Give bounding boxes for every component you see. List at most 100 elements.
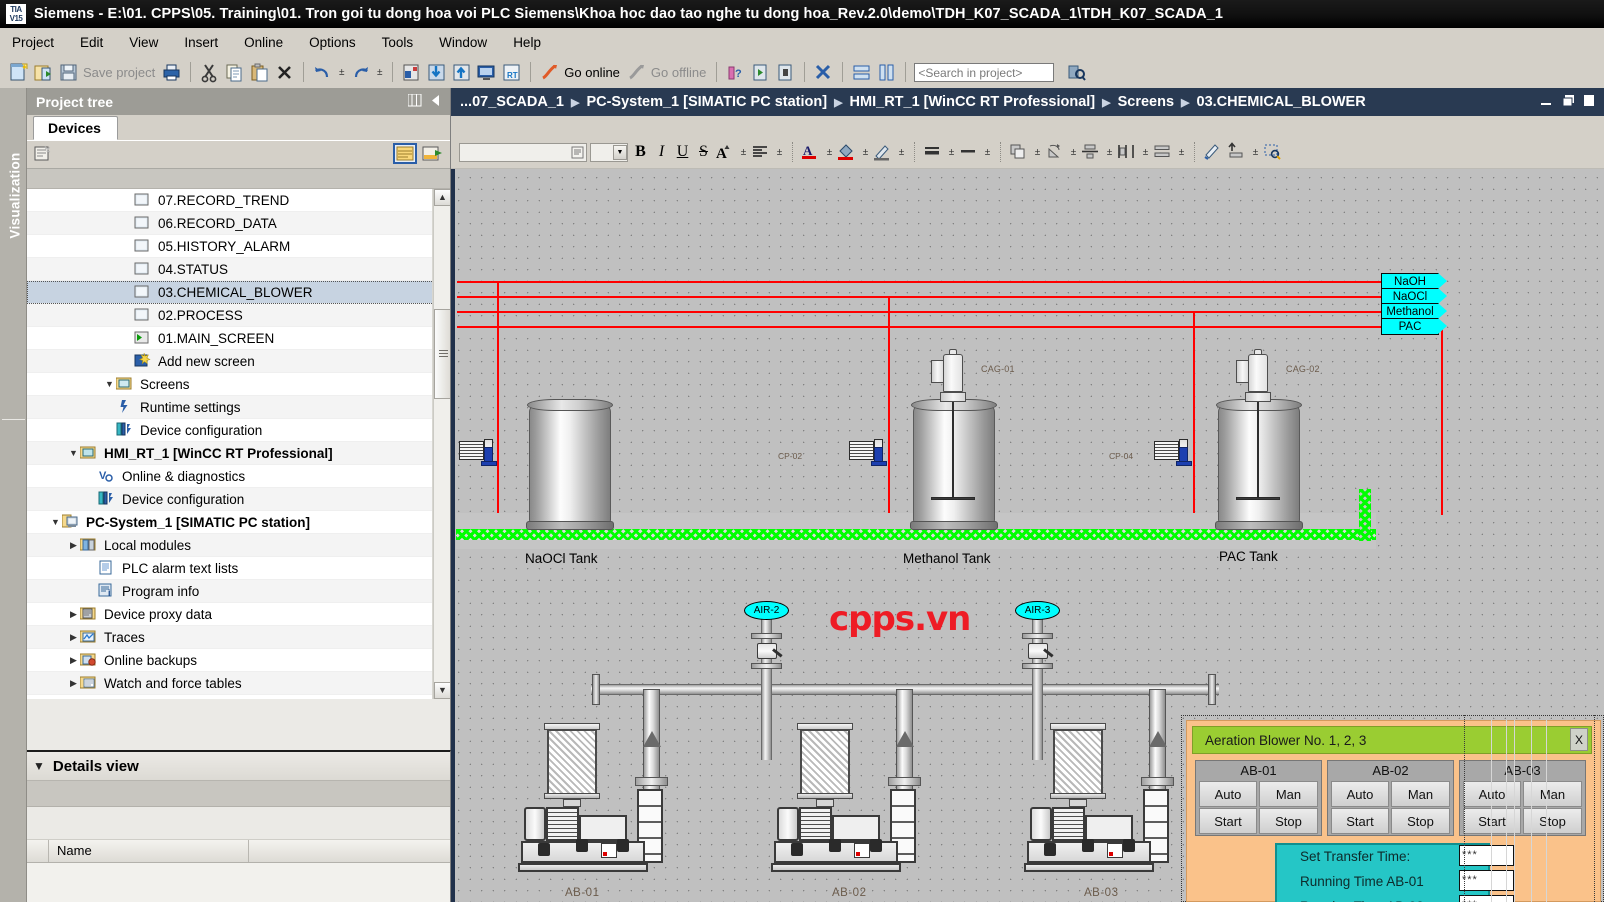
tree-item-07-record-trend[interactable]: 07.RECORD_TREND — [27, 189, 450, 212]
new-device-view-icon[interactable] — [33, 144, 52, 166]
text-align-icon[interactable] — [751, 142, 772, 163]
font-size-dropdown-icon[interactable]: ± — [739, 147, 748, 158]
strikethrough-button[interactable]: S — [695, 143, 712, 161]
button-ab-03-auto[interactable]: Auto — [1463, 781, 1521, 807]
italic-button[interactable]: I — [653, 143, 670, 161]
fill-color-icon[interactable] — [837, 142, 858, 163]
chevron-down-icon[interactable]: ▼ — [33, 759, 45, 773]
aeration-blower-popup[interactable]: Aeration Blower No. 1, 2, 3 X AB-01 Auto… — [1186, 720, 1601, 902]
valve-pac-inlet[interactable] — [1189, 509, 1208, 522]
butterfly-valve-air-2[interactable] — [754, 639, 783, 663]
format-painter-icon[interactable] — [1203, 142, 1224, 163]
upload-from-device-icon[interactable] — [451, 62, 472, 83]
button-ab-02-start[interactable]: Start — [1331, 808, 1389, 834]
start-cpu-icon[interactable] — [750, 62, 771, 83]
tree-item-device-configuration[interactable]: Device configuration — [27, 419, 450, 442]
distribute-horizontal-dropdown-icon[interactable]: ± — [1141, 147, 1150, 158]
blower-ab-02[interactable] — [771, 689, 924, 879]
valve-naocl-inlet[interactable] — [501, 509, 520, 522]
valve-methanol-inlet[interactable] — [884, 509, 903, 522]
undo-icon[interactable] — [312, 62, 333, 83]
fill-color-dropdown-icon[interactable]: ± — [861, 147, 870, 158]
align-icon[interactable] — [1081, 142, 1102, 163]
line-style-dropdown-icon[interactable]: ± — [983, 147, 992, 158]
underline-button[interactable]: U — [673, 143, 692, 161]
tree-item-online-diagnostics[interactable]: V Online & diagnostics — [27, 465, 450, 488]
split-horizontal-icon[interactable] — [851, 62, 872, 83]
distribute-horizontal-icon[interactable] — [1117, 142, 1138, 163]
expand-arrow-down-icon[interactable]: ▼ — [49, 517, 62, 527]
pump-cp-01[interactable] — [459, 439, 499, 467]
breadcrumb-part-project[interactable]: ...07_SCADA_1 — [460, 94, 564, 110]
font-name-combo[interactable] — [459, 142, 587, 162]
zoom-selection-icon[interactable] — [1263, 142, 1284, 163]
tree-item-online-backups[interactable]: ▶ Online backups — [27, 649, 450, 672]
text-align-dropdown-icon[interactable]: ± — [775, 147, 784, 158]
pump-cp-02[interactable] — [849, 439, 889, 467]
tree-item-02-process[interactable]: 02.PROCESS — [27, 304, 450, 327]
button-ab-01-auto[interactable]: Auto — [1199, 781, 1257, 807]
pin-window-icon[interactable] — [407, 93, 422, 110]
expand-arrow-right-icon[interactable]: ▶ — [67, 655, 80, 666]
valve-naocl-top[interactable] — [492, 416, 505, 435]
redo-dropdown-icon[interactable]: ± — [375, 67, 384, 78]
go-offline-icon[interactable] — [626, 62, 647, 83]
tree-item-traces[interactable]: ▶ Traces — [27, 626, 450, 649]
open-project-icon[interactable] — [33, 62, 54, 83]
menu-item-tools[interactable]: Tools — [380, 33, 416, 52]
font-color-dropdown-icon[interactable]: ± — [825, 147, 834, 158]
scroll-thumb[interactable] — [434, 309, 450, 399]
menu-item-edit[interactable]: Edit — [78, 33, 105, 52]
distribute-vertical-dropdown-icon[interactable]: ± — [1177, 147, 1186, 158]
menu-item-window[interactable]: Window — [437, 33, 489, 52]
start-runtime-icon[interactable]: RT — [501, 62, 522, 83]
minimize-icon[interactable] — [1540, 94, 1553, 110]
hmi-screen-canvas[interactable]: NaOH NaOCl Methanol PAC NaOCl Tank CAG-0… — [451, 169, 1604, 902]
valve-pac-outlet[interactable] — [1287, 509, 1306, 522]
tree-item-hmi-rt-1-wincc-rt-professional[interactable]: ▼ HMI_RT_1 [WinCC RT Professional] — [27, 442, 450, 465]
tab-devices[interactable]: Devices — [33, 116, 118, 140]
project-tree-list[interactable]: 07.RECORD_TREND 06.RECORD_DATA 05.HISTORY_… — [27, 189, 450, 699]
valve-methanol-top[interactable] — [882, 416, 895, 435]
tank-pac[interactable] — [1215, 399, 1303, 530]
delete-icon[interactable] — [274, 62, 295, 83]
copy-icon[interactable] — [224, 62, 245, 83]
tank-methanol[interactable] — [910, 399, 998, 530]
menu-item-help[interactable]: Help — [511, 33, 543, 52]
button-ab-01-man[interactable]: Man — [1259, 781, 1318, 807]
tree-item-local-modules[interactable]: ▶ Local modules — [27, 534, 450, 557]
restore-icon[interactable] — [1562, 94, 1575, 110]
bring-forward-icon[interactable] — [1227, 141, 1248, 163]
popup-close-button[interactable]: X — [1570, 728, 1588, 751]
diagnostics-icon[interactable]: ? — [725, 62, 746, 83]
tree-item-runtime-settings[interactable]: Runtime settings — [27, 396, 450, 419]
tree-item-watch-and-force-tables[interactable]: ▶ Watch and force tables — [27, 672, 450, 695]
button-ab-03-start[interactable]: Start — [1463, 808, 1521, 834]
pump-cp-03[interactable] — [1154, 439, 1194, 467]
font-size-icon[interactable]: A — [715, 142, 736, 163]
start-simulation-icon[interactable] — [476, 62, 497, 83]
tree-item-program-info[interactable]: i Program info — [27, 580, 450, 603]
download-to-device-icon[interactable] — [426, 62, 447, 83]
bring-forward-dropdown-icon[interactable]: ± — [1251, 147, 1260, 158]
tree-item-pc-system-1-simatic-pc-station[interactable]: ▼ PC-System_1 [SIMATIC PC station] — [27, 511, 450, 534]
go-online-icon[interactable] — [539, 62, 560, 83]
dock-tab-visualization[interactable]: Visualization — [8, 141, 23, 251]
rotate-dropdown-icon[interactable]: ± — [1069, 147, 1078, 158]
details-col-name[interactable]: Name — [49, 840, 249, 862]
font-color-icon[interactable]: A — [801, 142, 822, 163]
breadcrumb-part-screens[interactable]: Screens — [1118, 94, 1174, 110]
tree-item-device-proxy-data[interactable]: ▶ Device proxy data — [27, 603, 450, 626]
expand-arrow-right-icon[interactable]: ▶ — [67, 540, 80, 551]
portal-view-toggle-icon[interactable] — [393, 142, 417, 167]
valve-naocl-outlet[interactable] — [598, 509, 617, 522]
undo-dropdown-icon[interactable]: ± — [337, 67, 346, 78]
chem-tag-pac[interactable]: PAC — [1381, 318, 1447, 335]
chevron-down-icon[interactable]: ▼ — [613, 144, 627, 160]
scroll-up-icon[interactable]: ▲ — [434, 189, 450, 206]
save-icon[interactable] — [58, 62, 79, 83]
breadcrumb-part-current-screen[interactable]: 03.CHEMICAL_BLOWER — [1197, 94, 1366, 110]
line-weight-icon[interactable] — [923, 142, 944, 163]
details-view-header[interactable]: ▼ Details view — [27, 752, 450, 781]
tree-item-03-chemical-blower[interactable]: 03.CHEMICAL_BLOWER — [27, 281, 450, 304]
